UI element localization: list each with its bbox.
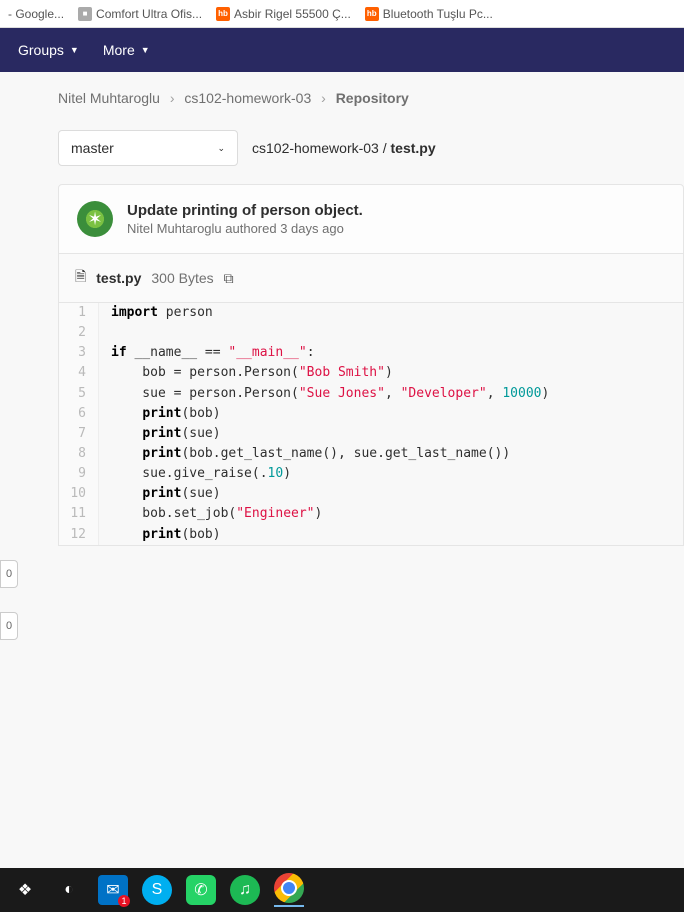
mail-badge: 1 bbox=[118, 895, 130, 907]
chevron-down-icon: ▼ bbox=[141, 45, 150, 55]
line-number[interactable]: 1 bbox=[59, 303, 99, 323]
bookmark-google[interactable]: - Google... bbox=[8, 7, 64, 21]
code-line: 1import person bbox=[59, 303, 683, 323]
line-number[interactable]: 5 bbox=[59, 384, 99, 404]
side-tab-2[interactable]: 0 bbox=[0, 612, 18, 640]
line-number[interactable]: 8 bbox=[59, 444, 99, 464]
side-tab-1[interactable]: 0 bbox=[0, 560, 18, 588]
line-content: bob = person.Person("Bob Smith") bbox=[99, 363, 683, 383]
bookmark-comfort[interactable]: ■Comfort Ultra Ofis... bbox=[78, 7, 202, 21]
line-content: bob.set_job("Engineer") bbox=[99, 504, 683, 524]
file-header: 🗎 test.py 300 Bytes ⧉ bbox=[58, 254, 684, 303]
path-file[interactable]: test.py bbox=[391, 140, 436, 156]
bookmarks-bar: - Google... ■Comfort Ultra Ofis... hbAsb… bbox=[0, 0, 684, 28]
code-line: 4 bob = person.Person("Bob Smith") bbox=[59, 363, 683, 383]
taskbar-mail[interactable]: ✉1 bbox=[98, 875, 128, 905]
nav-groups[interactable]: Groups▼ bbox=[18, 42, 79, 58]
code-line: 9 sue.give_raise(.10) bbox=[59, 464, 683, 484]
commit-meta: Nitel Muhtaroglu authored 3 days ago bbox=[127, 221, 363, 236]
taskbar-skype[interactable]: S bbox=[142, 875, 172, 905]
branch-select[interactable]: master ⌄ bbox=[58, 130, 238, 166]
code-line: 10 print(sue) bbox=[59, 484, 683, 504]
line-number[interactable]: 11 bbox=[59, 504, 99, 524]
taskbar-unknown1[interactable]: ❖ bbox=[10, 875, 40, 905]
avatar[interactable]: ✶ bbox=[77, 201, 113, 237]
taskbar-chrome-active[interactable] bbox=[274, 873, 304, 907]
copy-path-icon[interactable]: ⧉ bbox=[224, 270, 234, 287]
code-line: 6 print(bob) bbox=[59, 404, 683, 424]
breadcrumb-project[interactable]: cs102-homework-03 bbox=[184, 90, 311, 106]
main-content: Nitel Muhtaroglu › cs102-homework-03 › R… bbox=[0, 72, 684, 546]
line-number[interactable]: 4 bbox=[59, 363, 99, 383]
breadcrumb-page: Repository bbox=[336, 90, 409, 106]
line-content: if __name__ == "__main__": bbox=[99, 343, 683, 363]
taskbar-whatsapp[interactable]: ✆ bbox=[186, 875, 216, 905]
taskbar-spotify[interactable]: ♫ bbox=[230, 875, 260, 905]
line-content bbox=[99, 323, 683, 343]
code-line: 2 bbox=[59, 323, 683, 343]
path-folder[interactable]: cs102-homework-03 bbox=[252, 140, 379, 156]
line-number[interactable]: 7 bbox=[59, 424, 99, 444]
chevron-down-icon: ⌄ bbox=[217, 143, 225, 154]
chevron-down-icon: ▼ bbox=[70, 45, 79, 55]
line-number[interactable]: 9 bbox=[59, 464, 99, 484]
bookmark-bluetooth[interactable]: hbBluetooth Tuşlu Pc... bbox=[365, 7, 493, 21]
file-size: 300 Bytes bbox=[151, 270, 213, 286]
line-content: print(bob) bbox=[99, 525, 683, 545]
chrome-icon bbox=[274, 873, 304, 903]
line-content: sue.give_raise(.10) bbox=[99, 464, 683, 484]
top-nav: Groups▼ More▼ bbox=[0, 28, 684, 72]
file-path: cs102-homework-03 / test.py bbox=[248, 132, 440, 164]
code-line: 12 print(bob) bbox=[59, 525, 683, 545]
code-line: 7 print(sue) bbox=[59, 424, 683, 444]
code-viewer: 1import person23if __name__ == "__main__… bbox=[58, 303, 684, 546]
line-content: print(bob.get_last_name(), sue.get_last_… bbox=[99, 444, 683, 464]
breadcrumb-user[interactable]: Nitel Muhtaroglu bbox=[58, 90, 160, 106]
code-line: 11 bob.set_job("Engineer") bbox=[59, 504, 683, 524]
commit-author[interactable]: Nitel Muhtaroglu bbox=[127, 221, 222, 236]
taskbar: ❖ ◐ ✉1 S ✆ ♫ bbox=[0, 868, 684, 912]
code-line: 3if __name__ == "__main__": bbox=[59, 343, 683, 363]
line-number[interactable]: 2 bbox=[59, 323, 99, 343]
code-line: 5 sue = person.Person("Sue Jones", "Deve… bbox=[59, 384, 683, 404]
taskbar-unknown2[interactable]: ◐ bbox=[54, 875, 84, 905]
file-name: test.py bbox=[96, 270, 141, 286]
line-content: print(bob) bbox=[99, 404, 683, 424]
code-line: 8 print(bob.get_last_name(), sue.get_las… bbox=[59, 444, 683, 464]
hb-icon: hb bbox=[216, 7, 230, 21]
file-icon: 🗎 bbox=[75, 266, 86, 290]
line-number[interactable]: 3 bbox=[59, 343, 99, 363]
line-content: print(sue) bbox=[99, 424, 683, 444]
commit-time: 3 days ago bbox=[280, 221, 344, 236]
line-content: print(sue) bbox=[99, 484, 683, 504]
line-content: sue = person.Person("Sue Jones", "Develo… bbox=[99, 384, 683, 404]
bookmark-asbir[interactable]: hbAsbir Rigel 55500 Ç... bbox=[216, 7, 351, 21]
breadcrumb: Nitel Muhtaroglu › cs102-homework-03 › R… bbox=[58, 90, 684, 106]
branch-name: master bbox=[71, 140, 114, 156]
hb-icon: hb bbox=[365, 7, 379, 21]
commit-title: Update printing of person object. bbox=[127, 202, 363, 219]
line-number[interactable]: 10 bbox=[59, 484, 99, 504]
line-number[interactable]: 12 bbox=[59, 525, 99, 545]
nav-more[interactable]: More▼ bbox=[103, 42, 150, 58]
commit-info: ✶ Update printing of person object. Nite… bbox=[58, 184, 684, 254]
line-number[interactable]: 6 bbox=[59, 404, 99, 424]
line-content: import person bbox=[99, 303, 683, 323]
